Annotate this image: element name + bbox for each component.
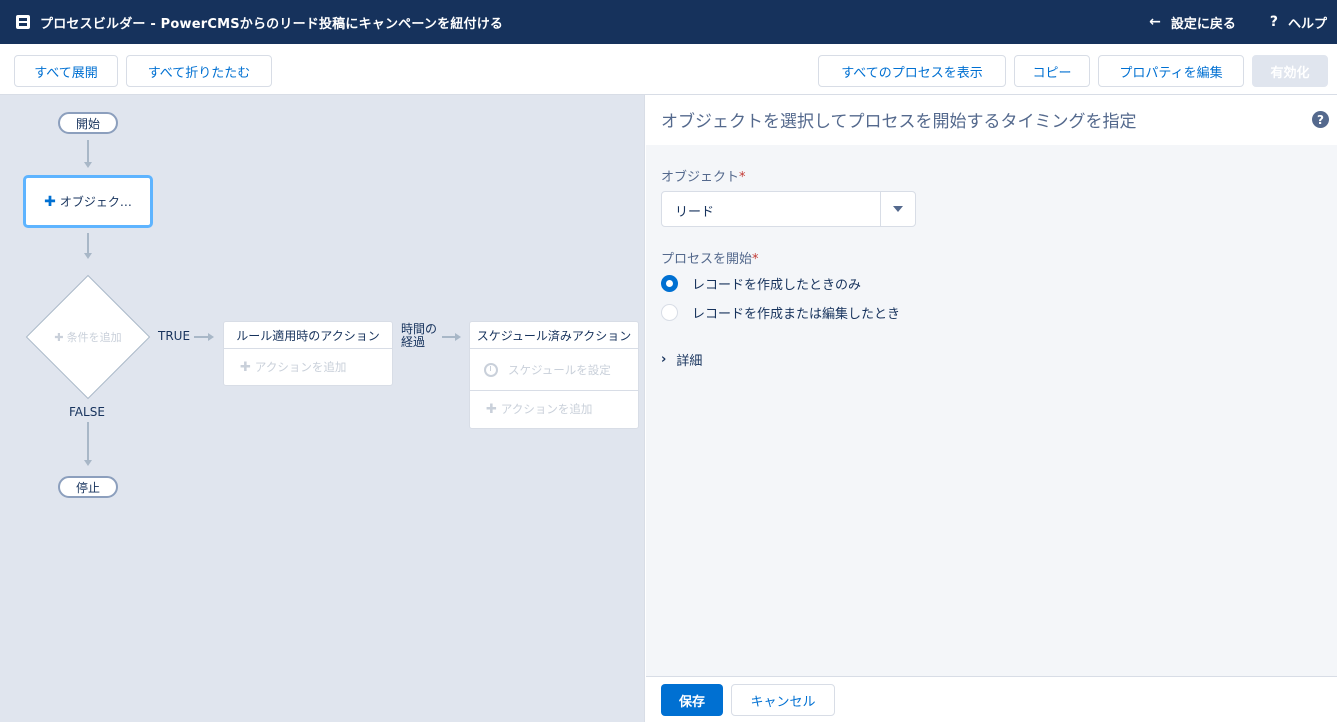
plus-icon: ✚ [240, 359, 251, 375]
arrow-right-icon [208, 333, 214, 341]
connector-line [87, 233, 89, 253]
details-toggle[interactable]: › 詳細 [661, 350, 702, 369]
process-builder-icon [16, 15, 30, 29]
cancel-button[interactable]: キャンセル [731, 684, 835, 716]
plus-icon: ✚ [44, 193, 56, 210]
radio-option-create-only[interactable]: レコードを作成したときのみ [661, 274, 861, 293]
help-label: ヘルプ [1287, 16, 1327, 32]
properties-panel: オブジェクトを選択してプロセスを開始するタイミングを指定 ? オブジェクト* リ… [646, 95, 1337, 722]
stop-node: 停止 [58, 476, 118, 498]
arrow-down-icon [84, 253, 92, 259]
clock-icon [484, 362, 498, 377]
process-canvas: 開始 ✚ オブジェク… ✚ 条件を追加 TRUE ルール適用時のアクション ✚ … [0, 95, 645, 722]
connector-line [194, 336, 208, 338]
save-button[interactable]: 保存 [661, 684, 723, 716]
connector-line [87, 422, 89, 460]
page-title: プロセスビルダー - PowerCMSからのリード投稿にキャンペーンを紐付ける [40, 16, 504, 32]
immediate-actions-title: ルール適用時のアクション [224, 322, 392, 349]
view-all-processes-button[interactable]: すべてのプロセスを表示 [818, 55, 1006, 87]
caret-down-icon [893, 206, 903, 212]
edit-properties-button[interactable]: プロパティを編集 [1098, 55, 1244, 87]
toolbar: すべて展開 すべて折りたたむ すべてのプロセスを表示 コピー プロパティを編集 … [0, 44, 1337, 95]
connector-line [87, 140, 89, 162]
back-to-setup-label: 設定に戻る [1170, 16, 1236, 32]
arrow-left-icon: ← [1149, 14, 1161, 30]
app-header: プロセスビルダー - PowerCMSからのリード投稿にキャンペーンを紐付ける … [0, 0, 1337, 44]
arrow-down-icon [84, 460, 92, 466]
help-link[interactable]: ? ヘルプ [1270, 13, 1327, 32]
object-label-text: オブジェクト [661, 170, 740, 185]
copy-button[interactable]: コピー [1014, 55, 1090, 87]
plus-icon: ✚ [486, 401, 497, 417]
object-field-label: オブジェクト* [661, 166, 746, 185]
object-node-label: オブジェク… [59, 195, 132, 209]
plus-icon: ✚ [54, 330, 64, 344]
chevron-right-icon: › [661, 352, 667, 367]
radio-button-selected[interactable] [661, 275, 678, 292]
panel-footer: 保存 キャンセル [646, 676, 1337, 722]
false-label: FALSE [69, 405, 105, 419]
arrow-down-icon [84, 162, 92, 168]
set-schedule-label: スケジュールを設定 [508, 362, 611, 377]
start-node: 開始 [58, 112, 118, 134]
add-action-label: アクションを追加 [254, 360, 347, 374]
back-to-setup-link[interactable]: ← 設定に戻る [1149, 13, 1236, 32]
arrow-right-icon [455, 333, 461, 341]
scheduled-actions-title: スケジュール済みアクション [470, 322, 638, 349]
radio-label: レコードを作成したときのみ [692, 278, 862, 293]
start-process-label: プロセスを開始* [661, 248, 759, 267]
add-scheduled-action-label: アクションを追加 [500, 402, 593, 416]
required-marker: * [752, 252, 759, 267]
true-label: TRUE [158, 329, 191, 343]
add-scheduled-action-button[interactable]: ✚ アクションを追加 [470, 391, 638, 427]
add-action-button[interactable]: ✚ アクションを追加 [224, 349, 392, 385]
activate-button[interactable]: 有効化 [1252, 55, 1328, 87]
expand-all-button[interactable]: すべて展開 [14, 55, 118, 87]
time-elapsed-line-1: 時間の [401, 322, 438, 336]
scheduled-actions-box: スケジュール済みアクション スケジュールを設定 ✚ アクションを追加 [469, 321, 639, 429]
add-criteria-label: 条件を追加 [66, 331, 122, 344]
help-icon[interactable]: ? [1312, 111, 1329, 128]
collapse-all-button[interactable]: すべて折りたたむ [126, 55, 272, 87]
add-criteria-button[interactable]: ✚ 条件を追加 [30, 327, 146, 347]
required-marker: * [739, 170, 746, 185]
object-node[interactable]: ✚ オブジェク… [23, 175, 153, 228]
radio-option-create-or-edit[interactable]: レコードを作成または編集したとき [661, 303, 900, 322]
time-elapsed-label: 時間の 経過 [401, 323, 437, 349]
details-label: 詳細 [676, 354, 703, 369]
set-schedule-button[interactable]: スケジュールを設定 [470, 349, 638, 391]
panel-header: オブジェクトを選択してプロセスを開始するタイミングを指定 ? [646, 95, 1337, 145]
connector-line [442, 336, 455, 338]
panel-title: オブジェクトを選択してプロセスを開始するタイミングを指定 [661, 112, 1137, 132]
object-select[interactable]: リード [661, 191, 916, 227]
object-select-value: リード [675, 205, 715, 220]
time-elapsed-line-2: 経過 [401, 335, 426, 349]
radio-button[interactable] [661, 304, 678, 321]
question-icon: ? [1269, 14, 1278, 30]
select-divider [880, 192, 881, 226]
immediate-actions-box: ルール適用時のアクション ✚ アクションを追加 [223, 321, 393, 386]
start-label-text: プロセスを開始 [661, 252, 753, 267]
radio-label: レコードを作成または編集したとき [692, 307, 901, 322]
